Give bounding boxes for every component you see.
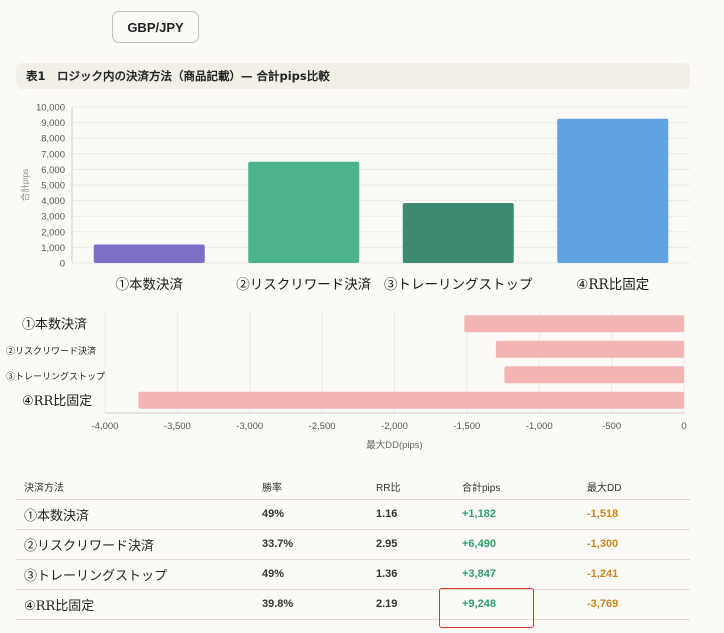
row-rr: 2.95: [368, 529, 454, 560]
row-max-dd: -1,300: [579, 529, 690, 560]
row-win-rate: 49%: [254, 559, 368, 590]
summary-table: 決済方法 勝率 RR比 合計pips 最大DD ①本数決済 49% 1.16 +…: [16, 474, 690, 620]
row-total-pips: +9,248: [454, 589, 579, 620]
row-method: ④RR比固定: [16, 589, 254, 620]
dd-bar-2: [495, 340, 684, 358]
header-method: 決済方法: [16, 474, 254, 500]
x-tick-label: -1,500: [453, 421, 480, 432]
table-title: 表1 ロジック内の決済方法（商品記載）— 合計pips比較: [16, 63, 690, 89]
row-max-dd: -1,518: [579, 499, 690, 530]
total-pips-bar-chart: 0 1,000 2,000 3,000 4,000 5,000 6,000 7,000 8,00…: [20, 103, 690, 293]
header-win-rate: 勝率: [254, 474, 368, 500]
table-row: ③トレーリングストップ 49% 1.36 +3,847 -1,241: [16, 559, 690, 590]
table-header-row: 決済方法 勝率 RR比 合計pips 最大DD: [16, 474, 690, 500]
y-tick-label: 10,000: [36, 103, 65, 114]
y-tick-label: 1,000: [41, 243, 65, 254]
x-tick-label: ②リスクリワード決済: [236, 277, 371, 293]
y-tick-label: 0: [60, 259, 65, 270]
max-drawdown-bar-chart: -4,000 -3,500 -3,000 -2,500 -2,000 -1,500 -1,0…: [6, 311, 687, 451]
bar-3: [402, 202, 514, 263]
row-rr: 1.36: [368, 559, 454, 590]
bar-1: [93, 244, 205, 263]
x-tick-label: -4,000: [92, 421, 119, 432]
row-max-dd: -1,241: [579, 559, 690, 590]
y-tick-label: ③トレーリングストップ: [6, 370, 105, 382]
y-tick-label: ②リスクリワード決済: [6, 345, 96, 357]
y-tick-label: 9,000: [41, 118, 65, 129]
y-tick-label: 5,000: [41, 181, 65, 192]
x-axis-title: 最大DD(pips): [366, 439, 422, 451]
row-rr: 1.16: [368, 499, 454, 530]
y-tick-label: ①本数決済: [22, 316, 87, 332]
x-tick-label: -500: [602, 421, 621, 432]
y-tick-label: 8,000: [41, 134, 65, 145]
x-tick-label: ①本数決済: [116, 277, 184, 293]
dd-bar-3: [504, 366, 684, 384]
row-rr: 2.19: [368, 589, 454, 620]
bar-2: [248, 161, 360, 263]
y-tick-label: ④RR比固定: [22, 394, 92, 409]
currency-pair-button[interactable]: GBP/JPY: [112, 11, 199, 43]
row-win-rate: 39.8%: [254, 589, 368, 620]
x-tick-label: -1,000: [526, 421, 553, 432]
row-max-dd: -3,769: [579, 589, 690, 620]
y-tick-label: 6,000: [41, 165, 65, 176]
y-tick-label: 2,000: [41, 227, 65, 238]
row-win-rate: 33.7%: [254, 529, 368, 560]
table-row: ④RR比固定 39.8% 2.19 +9,248 -3,769: [16, 589, 690, 620]
row-method: ①本数決済: [16, 499, 254, 530]
x-tick-label: 0: [681, 421, 686, 432]
y-axis-title: 合計pips: [20, 169, 30, 202]
y-tick-label: 4,000: [41, 196, 65, 207]
header-rr: RR比: [368, 474, 454, 500]
dd-bar-1: [464, 315, 684, 333]
x-tick-label: -3,000: [236, 421, 263, 432]
row-total-pips: +1,182: [454, 499, 579, 530]
row-total-pips: +3,847: [454, 559, 579, 590]
x-tick-label: ③トレーリングストップ: [384, 277, 533, 293]
header-total-pips: 合計pips: [454, 474, 579, 500]
table-row: ②リスクリワード決済 33.7% 2.95 +6,490 -1,300: [16, 529, 690, 560]
x-tick-label: -2,000: [381, 421, 408, 432]
row-total-pips: +6,490: [454, 529, 579, 560]
x-tick-label: -3,500: [164, 421, 191, 432]
header-max-dd: 最大DD: [579, 474, 690, 500]
row-method: ②リスクリワード決済: [16, 529, 254, 560]
y-tick-label: 7,000: [41, 149, 65, 160]
x-tick-label: ④RR比固定: [576, 277, 649, 293]
table-row: ①本数決済 49% 1.16 +1,182 -1,518: [16, 499, 690, 530]
x-tick-label: -2,500: [309, 421, 336, 432]
y-tick-label: 3,000: [41, 212, 65, 223]
bar-4: [557, 118, 669, 263]
row-win-rate: 49%: [254, 499, 368, 530]
dd-bar-4: [138, 391, 684, 409]
row-method: ③トレーリングストップ: [16, 559, 254, 590]
